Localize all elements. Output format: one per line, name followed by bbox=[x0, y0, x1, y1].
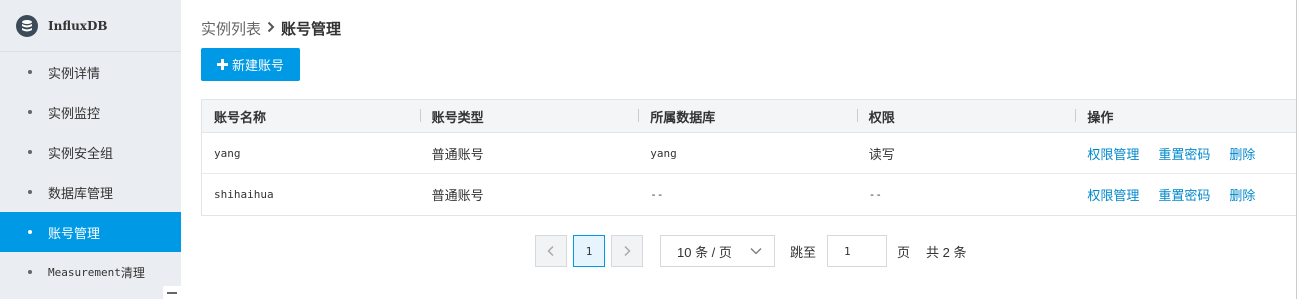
cell-account-type: 普通账号 bbox=[431, 188, 484, 203]
bullet-icon bbox=[28, 150, 32, 154]
plus-icon bbox=[216, 59, 228, 70]
bullet-icon bbox=[28, 190, 32, 194]
new-account-button-label: 新建账号 bbox=[231, 58, 284, 73]
goto-label: 跳至 bbox=[790, 244, 817, 260]
sidebar-item-label: 账号管理 bbox=[48, 225, 101, 241]
pagination: 1 10 条 / 页 跳至 页 共 2 条 bbox=[535, 235, 967, 267]
next-page-button[interactable] bbox=[611, 235, 643, 267]
cell-permission: -- bbox=[868, 188, 883, 201]
column-header-account-name: 账号名称 bbox=[214, 109, 267, 125]
cell-database: yang bbox=[650, 146, 677, 160]
chevron-right-icon bbox=[624, 245, 631, 257]
page-number-current[interactable]: 1 bbox=[573, 235, 605, 267]
database-icon bbox=[16, 14, 38, 37]
delete-link[interactable]: 删除 bbox=[1229, 144, 1255, 163]
chevron-right-icon bbox=[267, 21, 275, 36]
page-unit-label: 页 bbox=[897, 244, 911, 260]
page-title: 账号管理 bbox=[281, 21, 342, 38]
bullet-icon bbox=[28, 230, 32, 234]
bullet-icon bbox=[28, 70, 32, 74]
column-header-account-type: 账号类型 bbox=[419, 107, 639, 126]
sidebar-item-instance-details[interactable]: 实例详情 bbox=[0, 52, 181, 92]
bullet-icon bbox=[28, 110, 32, 114]
chevron-left-icon bbox=[547, 245, 554, 257]
cell-permission: 读写 bbox=[868, 146, 895, 162]
manage-permissions-link[interactable]: 权限管理 bbox=[1087, 185, 1139, 204]
column-header-permission: 权限 bbox=[856, 107, 1076, 126]
sidebar-item-label: 实例监控 bbox=[48, 105, 101, 121]
main-content: 实例列表 账号管理 新建账号 账号名称 账号类型 所属数据库 权限 操作 yan… bbox=[181, 0, 1297, 299]
sidebar-item-measurement-cleanup[interactable]: Measurement 清理 bbox=[0, 252, 181, 292]
sidebar: InfluxDB 实例详情 实例监控 实例安全组 数据库管理 账号管理 Meas… bbox=[0, 0, 181, 299]
cell-database: -- bbox=[650, 188, 664, 201]
sidebar-collapse-button[interactable] bbox=[163, 286, 181, 299]
breadcrumb-instance-list[interactable]: 实例列表 bbox=[201, 18, 261, 39]
cell-account-name: yang bbox=[214, 146, 241, 160]
page-size-value: 10 条 / 页 bbox=[677, 244, 732, 260]
delete-link[interactable]: 删除 bbox=[1229, 185, 1255, 204]
table-row: shihaihua 普通账号 -- -- 权限管理 重置密码 删除 bbox=[202, 174, 1296, 215]
sidebar-item-security-group[interactable]: 实例安全组 bbox=[0, 132, 181, 172]
cell-account-name: shihaihua bbox=[214, 188, 274, 201]
column-header-database: 所属数据库 bbox=[638, 107, 857, 126]
goto-page-input[interactable] bbox=[827, 235, 888, 267]
reset-password-link[interactable]: 重置密码 bbox=[1158, 185, 1210, 204]
sidebar-item-account-management[interactable]: 账号管理 bbox=[0, 212, 181, 252]
brand-name: InfluxDB bbox=[48, 18, 108, 33]
sidebar-item-instance-monitoring[interactable]: 实例监控 bbox=[0, 92, 181, 132]
table-row: yang 普通账号 yang 读写 权限管理 重置密码 删除 bbox=[202, 133, 1296, 174]
accounts-table: 账号名称 账号类型 所属数据库 权限 操作 yang 普通账号 yang 读写 … bbox=[201, 99, 1297, 216]
minus-icon bbox=[167, 291, 177, 294]
sidebar-item-label: 实例安全组 bbox=[48, 145, 114, 161]
bullet-icon bbox=[28, 270, 32, 274]
sidebar-item-label-suffix: 清理 bbox=[120, 265, 145, 280]
prev-page-button[interactable] bbox=[535, 235, 567, 267]
sidebar-item-label: 数据库管理 bbox=[48, 185, 114, 201]
brand: InfluxDB bbox=[0, 0, 181, 52]
total-count: 共 2 条 bbox=[926, 244, 967, 260]
cell-account-type: 普通账号 bbox=[431, 146, 484, 162]
chevron-down-icon bbox=[750, 248, 762, 255]
page-size-select[interactable]: 10 条 / 页 bbox=[660, 235, 775, 267]
breadcrumb: 实例列表 账号管理 bbox=[201, 18, 341, 39]
reset-password-link[interactable]: 重置密码 bbox=[1158, 144, 1210, 163]
sidebar-item-label-prefix: Measurement bbox=[48, 265, 121, 279]
new-account-button[interactable]: 新建账号 bbox=[201, 48, 300, 81]
column-header-actions: 操作 bbox=[1075, 107, 1296, 126]
manage-permissions-link[interactable]: 权限管理 bbox=[1087, 144, 1139, 163]
sidebar-item-database-management[interactable]: 数据库管理 bbox=[0, 172, 181, 212]
sidebar-item-label: 实例详情 bbox=[48, 65, 101, 81]
table-header: 账号名称 账号类型 所属数据库 权限 操作 bbox=[202, 100, 1296, 133]
cell-actions: 权限管理 重置密码 删除 bbox=[1075, 185, 1296, 204]
cell-actions: 权限管理 重置密码 删除 bbox=[1075, 144, 1296, 163]
